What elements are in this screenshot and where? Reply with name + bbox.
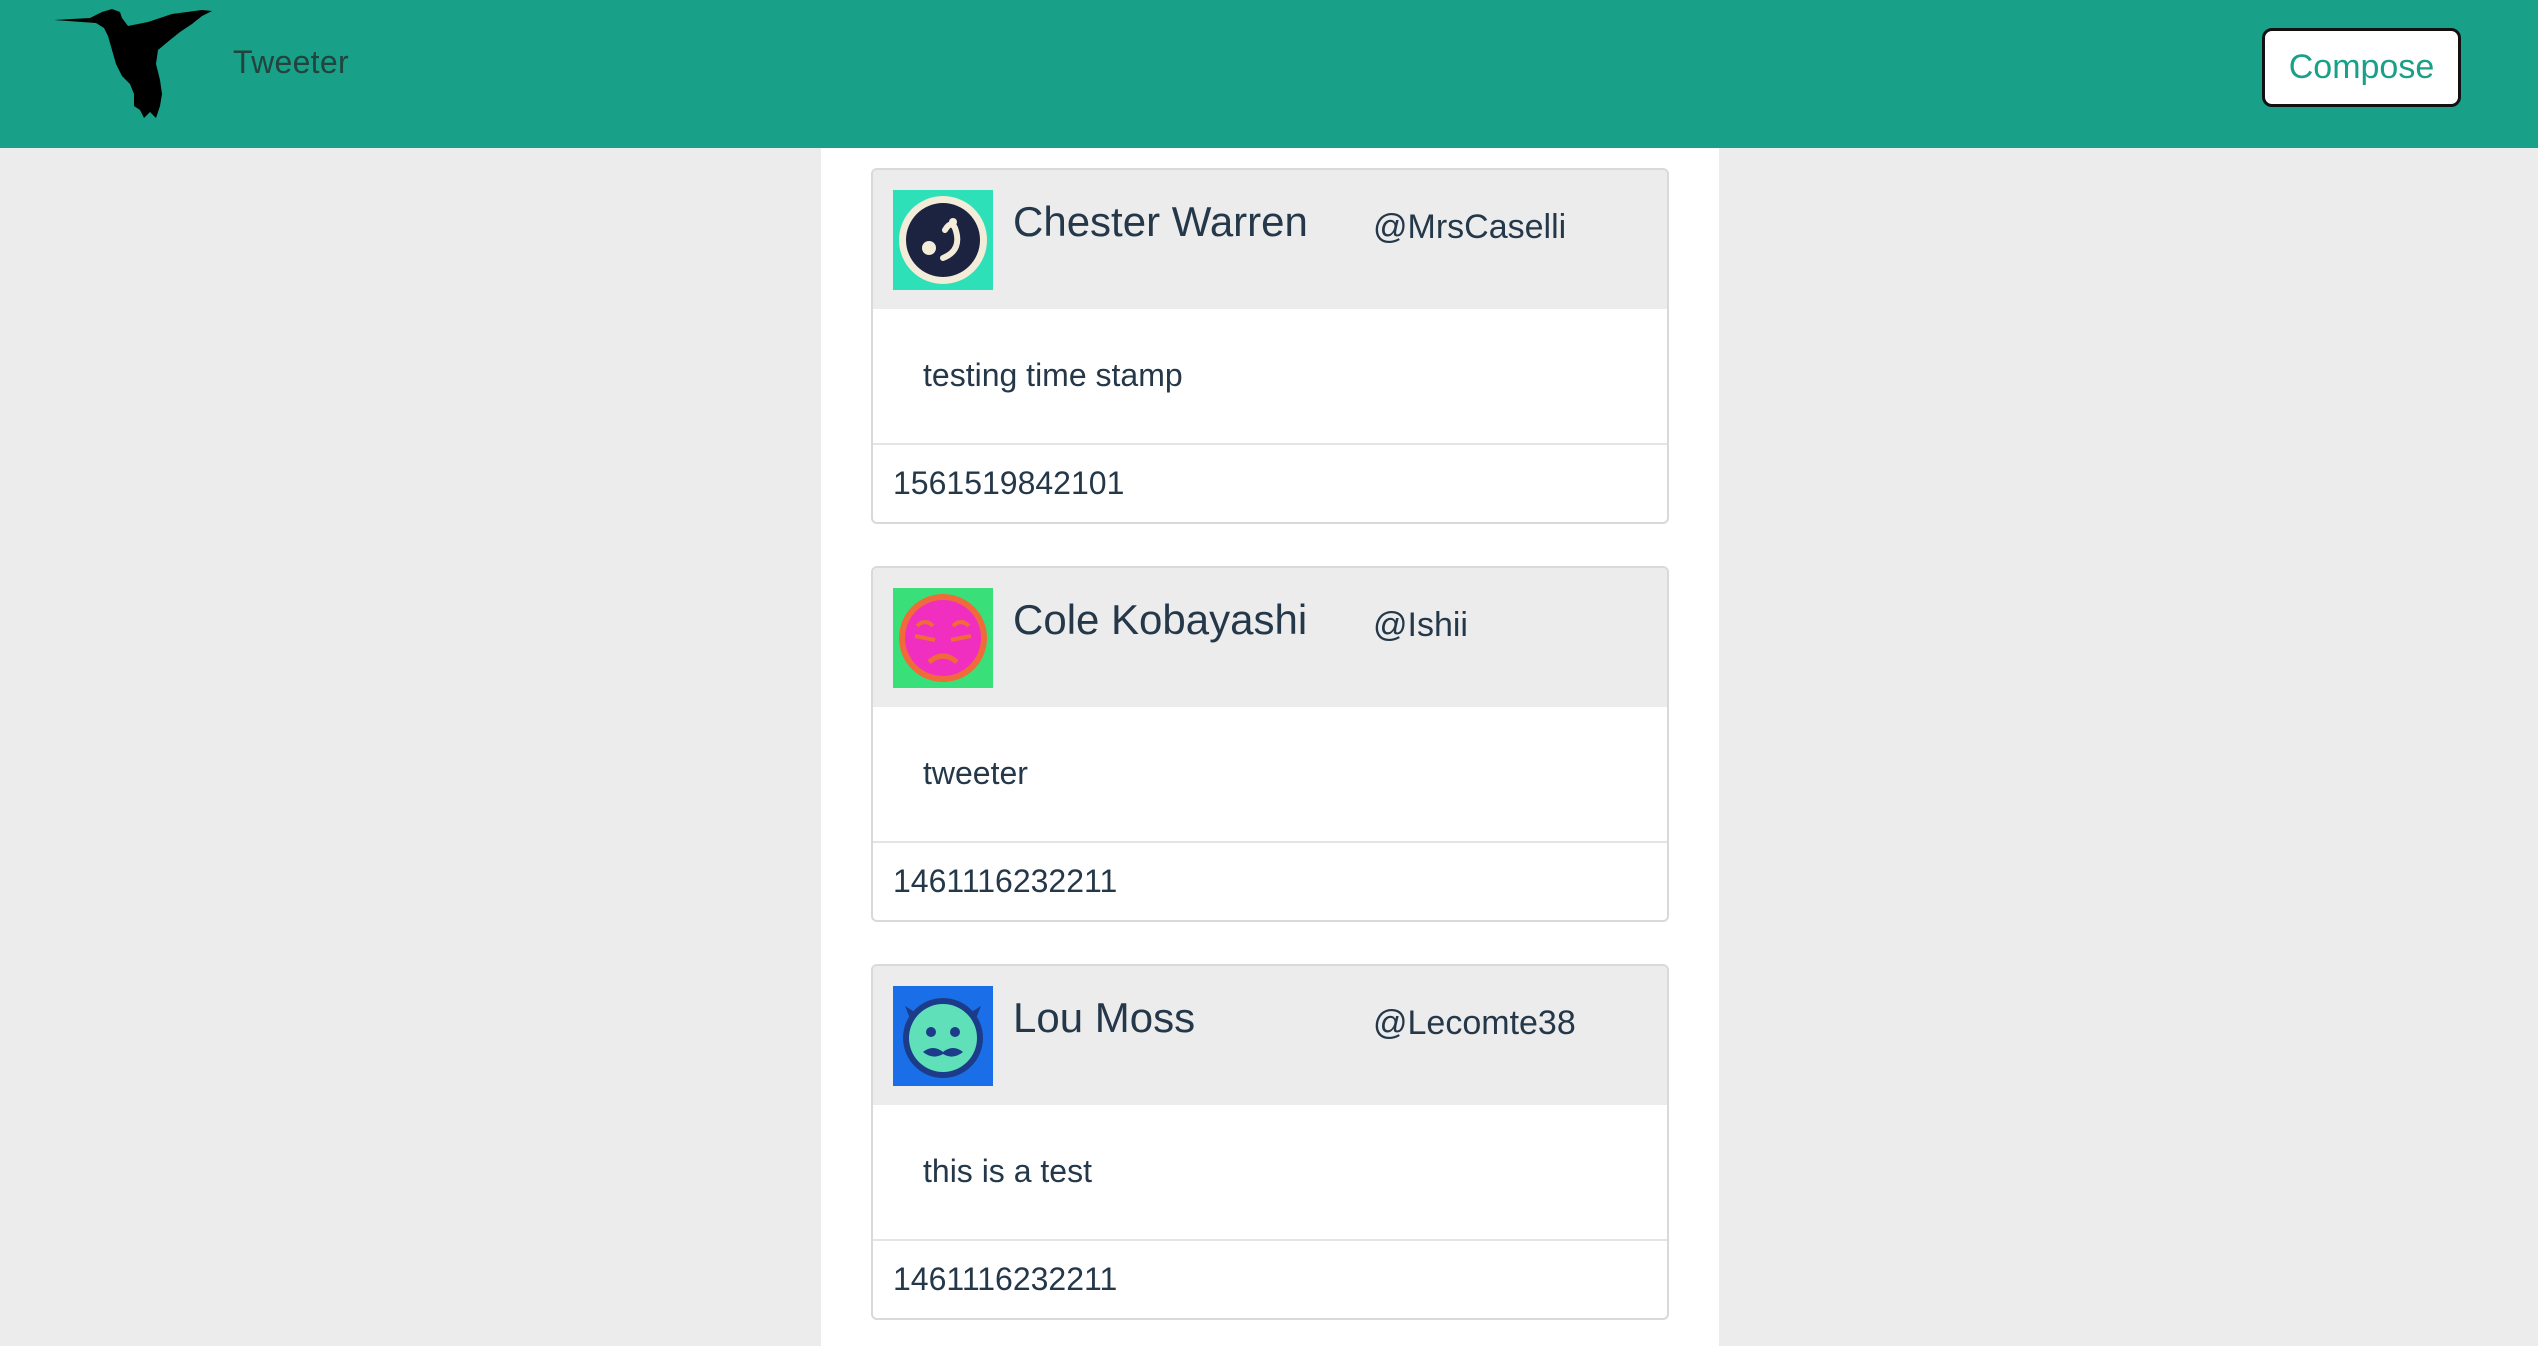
tweet-card: Lou Moss @Lecomte38 this is a test 14611… xyxy=(871,964,1669,1320)
tweet-body: tweeter xyxy=(873,707,1667,843)
tweet-text: testing time stamp xyxy=(923,357,1183,393)
tweet-body: this is a test xyxy=(873,1105,1667,1241)
tweet-body: testing time stamp xyxy=(873,309,1667,445)
tweet-header: Lou Moss @Lecomte38 xyxy=(873,966,1667,1105)
tweet-footer: 1461116232211 xyxy=(873,843,1667,920)
brand-name[interactable]: Tweeter xyxy=(233,44,349,81)
tweet-timestamp: 1461116232211 xyxy=(893,863,1118,899)
tweet-footer: 1561519842101 xyxy=(873,445,1667,522)
robot-avatar-icon xyxy=(893,190,993,290)
tweet-author-handle[interactable]: @Lecomte38 xyxy=(1373,1004,1576,1043)
tweet-timestamp: 1561519842101 xyxy=(893,465,1125,501)
tweet-text: tweeter xyxy=(923,755,1028,791)
tweet-feed: Chester Warren @MrsCaselli testing time … xyxy=(821,148,1719,1346)
top-navbar: Tweeter Compose xyxy=(0,0,2538,148)
tweet-author-name[interactable]: Lou Moss xyxy=(1013,994,1195,1042)
robot-avatar-icon xyxy=(893,986,993,1086)
tweet-card: Cole Kobayashi @Ishii tweeter 1461116232… xyxy=(871,566,1669,922)
tweet-card: Chester Warren @MrsCaselli testing time … xyxy=(871,168,1669,524)
tweet-author-handle[interactable]: @Ishii xyxy=(1373,606,1468,645)
tweet-author-name[interactable]: Cole Kobayashi xyxy=(1013,596,1307,644)
robot-avatar-icon xyxy=(893,588,993,688)
tweet-author-handle[interactable]: @MrsCaselli xyxy=(1373,208,1566,247)
hummingbird-icon[interactable] xyxy=(52,6,217,121)
tweet-footer: 1461116232211 xyxy=(873,1241,1667,1318)
tweet-header: Chester Warren @MrsCaselli xyxy=(873,170,1667,309)
tweet-text: this is a test xyxy=(923,1153,1092,1189)
tweet-header: Cole Kobayashi @Ishii xyxy=(873,568,1667,707)
tweet-author-name[interactable]: Chester Warren xyxy=(1013,198,1308,246)
tweet-timestamp: 1461116232211 xyxy=(893,1261,1118,1297)
compose-button[interactable]: Compose xyxy=(2262,28,2461,107)
